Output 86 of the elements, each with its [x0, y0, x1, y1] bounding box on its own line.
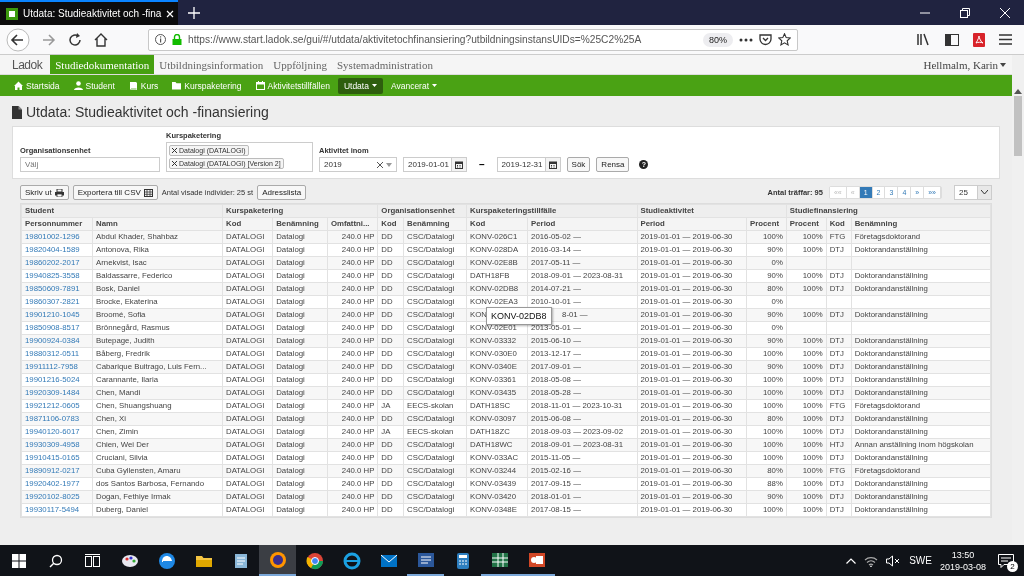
home-icon[interactable] [94, 32, 108, 47]
browser-tab[interactable]: Utdata: Studieaktivitet och -fina [0, 0, 178, 25]
menu-item[interactable]: Aktivitetstillfällen [249, 77, 336, 94]
page-size-select[interactable]: 25 [954, 185, 992, 200]
year-select[interactable]: 2019 [319, 157, 397, 172]
reload-icon[interactable] [68, 32, 82, 47]
search-icon[interactable] [48, 553, 63, 568]
date-field[interactable]: 2019-12-31 [496, 157, 561, 172]
user-menu[interactable]: Hellmalm, Karin [923, 55, 1012, 74]
globe-icon [268, 550, 287, 569]
menu-icon[interactable] [999, 34, 1012, 45]
url-text: https://www.start.ladok.se/gui/#/utdata/aktivitetochfinansiering?utbildningsinstansUIDs=%25C2%25A [188, 34, 643, 45]
folder-icon [172, 81, 182, 90]
notification-button[interactable]: 2 [994, 548, 1018, 573]
menu-item[interactable]: Student [67, 77, 121, 94]
presentation-icon [527, 550, 546, 569]
sidebar-icon[interactable] [945, 33, 959, 46]
menu-item[interactable]: Utdata [337, 77, 383, 94]
home-icon [14, 81, 23, 90]
clock-time: 13:50 [951, 548, 975, 561]
browser-icon [342, 551, 361, 570]
info-icon [155, 34, 166, 45]
windows-icon[interactable] [11, 553, 26, 568]
export-csv-button[interactable]: Exportera till CSV [72, 185, 158, 200]
document-icon [12, 105, 22, 119]
caret-icon [981, 190, 988, 195]
page-title: Utdata: Studieaktivitet och -finansiering [26, 104, 269, 120]
section-tab[interactable]: Systemadministration [332, 55, 438, 74]
clear-icon[interactable] [377, 161, 383, 168]
plus-icon[interactable] [188, 6, 200, 19]
clear-button[interactable]: Rensa [596, 157, 630, 172]
section-tab[interactable]: Studiedokumentation [50, 55, 155, 74]
clock-date: 2019-03-08 [939, 560, 986, 573]
table-icon [143, 188, 153, 197]
library-icon[interactable] [917, 33, 931, 46]
lock-icon [172, 34, 182, 45]
print-button[interactable]: Skriv ut [20, 185, 69, 200]
remove-icon[interactable] [172, 148, 177, 153]
section-tab[interactable]: Uppföljning [268, 55, 332, 74]
pocket-icon[interactable] [759, 33, 772, 46]
address-bar[interactable]: https://www.start.ladok.se/gui/#/utdata/aktivitetochfinansiering?utbildningsinstansUIDs=%25C2%25A 80% [148, 28, 798, 51]
spreadsheet-icon [490, 550, 509, 569]
book-icon [128, 81, 138, 90]
date-field[interactable]: 2019-01-01 [403, 157, 467, 172]
menu-item[interactable]: Kurs [122, 77, 165, 94]
scrollbar-thumb[interactable] [1014, 96, 1022, 156]
site-icon [6, 7, 18, 20]
calendar-icon [255, 81, 265, 90]
language-indicator[interactable]: SWE [909, 555, 932, 566]
star-icon[interactable] [778, 33, 791, 46]
back-icon[interactable] [6, 27, 30, 52]
calendar-icon[interactable] [455, 160, 463, 169]
task-view-icon[interactable] [85, 554, 100, 567]
zoom-level[interactable]: 80% [703, 32, 733, 47]
caret-icon [386, 162, 392, 167]
notification-icon [998, 553, 1014, 568]
search-button[interactable]: Sök [566, 157, 591, 172]
forward-icon[interactable] [42, 32, 56, 47]
chevron-up-icon[interactable] [846, 557, 857, 564]
menu-item[interactable]: Avancerat [384, 77, 444, 94]
remove-icon[interactable] [172, 161, 177, 166]
calendar-icon[interactable] [548, 160, 557, 169]
printer-icon [54, 188, 64, 197]
notification-count: 2 [1007, 560, 1018, 572]
speaker-muted-icon[interactable] [886, 554, 902, 567]
section-tab[interactable]: Utbildningsinformation [154, 55, 269, 74]
user-icon [73, 81, 83, 90]
tooltip: KONV-02DB8 [486, 307, 552, 325]
browser-icon [305, 551, 324, 570]
org-unit-field[interactable]: Välj [20, 157, 160, 172]
scroll-up-icon[interactable] [1014, 89, 1022, 94]
wifi-icon[interactable] [864, 554, 879, 567]
date-range-dash: – [478, 159, 486, 170]
close-icon[interactable] [166, 9, 175, 18]
menu-item[interactable]: Startsida [8, 77, 66, 94]
logo[interactable]: Ladok [12, 55, 51, 74]
document-icon [416, 550, 435, 569]
browser-icon [157, 551, 176, 570]
pdf-icon[interactable] [973, 32, 985, 47]
caret-icon [1000, 62, 1006, 67]
close-icon[interactable] [1000, 7, 1010, 18]
menu-item[interactable]: Kurspaketering [166, 77, 248, 94]
clock[interactable]: 13:50 2019-03-08 [939, 548, 986, 573]
restore-icon[interactable] [960, 7, 970, 18]
address-list-button[interactable]: Adresslista [257, 185, 307, 200]
more-icon[interactable] [739, 37, 753, 42]
